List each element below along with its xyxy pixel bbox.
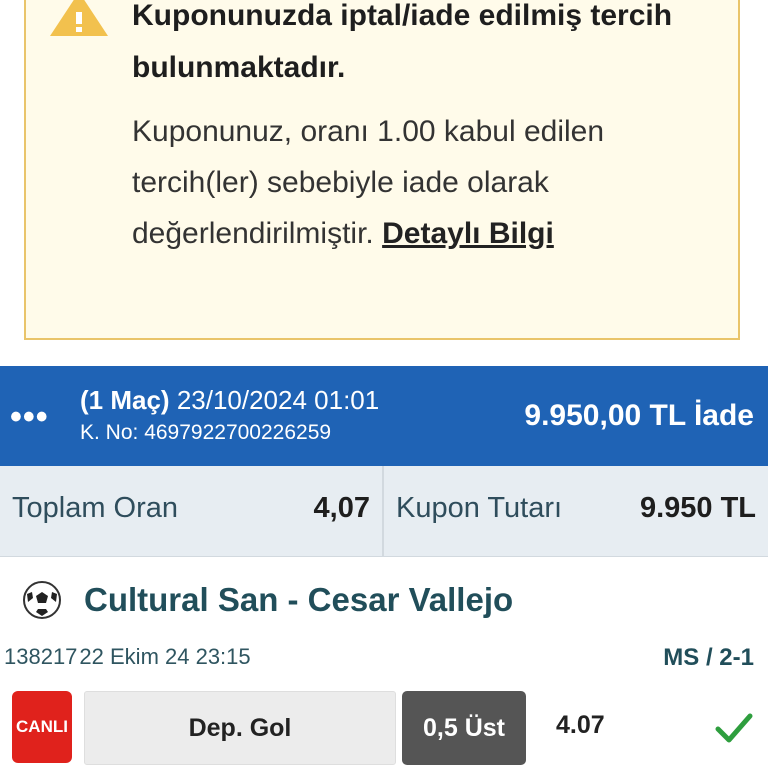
check-icon xyxy=(715,713,753,743)
coupon-datetime: 23/10/2024 01:01 xyxy=(176,385,380,415)
coupon-header: ••• (1 Maç) 23/10/2024 01:01 K. No: 4697… xyxy=(0,366,768,466)
bet-type: MS / 2-1 xyxy=(663,644,754,671)
total-odds-cell: Toplam Oran 4,07 xyxy=(0,466,384,556)
match-meta: 13821722 Ekim 24 23:15 xyxy=(4,642,251,672)
market-name: Dep. Gol xyxy=(84,691,396,765)
soccer-ball-icon xyxy=(23,581,61,619)
match-count: (1 Maç) xyxy=(80,385,170,415)
match-date: 22 Ekim 24 23:15 xyxy=(79,644,251,669)
coupon-amount-label: Kupon Tutarı xyxy=(396,492,563,524)
total-odds-label: Toplam Oran xyxy=(12,492,179,524)
coupon-title: (1 Maç) 23/10/2024 01:01 xyxy=(80,384,379,416)
match-teams[interactable]: Cultural San - Cesar Vallejo xyxy=(84,578,513,622)
coupon-summary: Toplam Oran 4,07 Kupon Tutarı 9.950 TL xyxy=(0,466,768,557)
more-options-icon[interactable]: ••• xyxy=(10,400,49,434)
warning-triangle-icon xyxy=(50,0,108,36)
warning-title: Kuponunuzda iptal/iade edilmiş tercih bu… xyxy=(132,0,673,84)
selection-odd: 4.07 xyxy=(556,711,605,739)
coupon-number: K. No: 4697922700226259 xyxy=(80,421,332,444)
total-odds-value: 4,07 xyxy=(313,492,370,524)
coupon-refund-amount: 9.950,00 TL İade xyxy=(524,399,754,432)
coupon-amount-cell: Kupon Tutarı 9.950 TL xyxy=(384,466,768,556)
coupon-amount-value: 9.950 TL xyxy=(639,492,756,524)
selected-choice: 0,5 Üst xyxy=(402,691,526,765)
match-code: 138217 xyxy=(4,644,78,669)
details-link[interactable]: Detaylı Bilgi xyxy=(382,217,554,250)
live-badge: CANLI xyxy=(12,691,72,763)
warning-body: Kuponunuz, oranı 1.00 kabul edilen terci… xyxy=(132,106,732,259)
